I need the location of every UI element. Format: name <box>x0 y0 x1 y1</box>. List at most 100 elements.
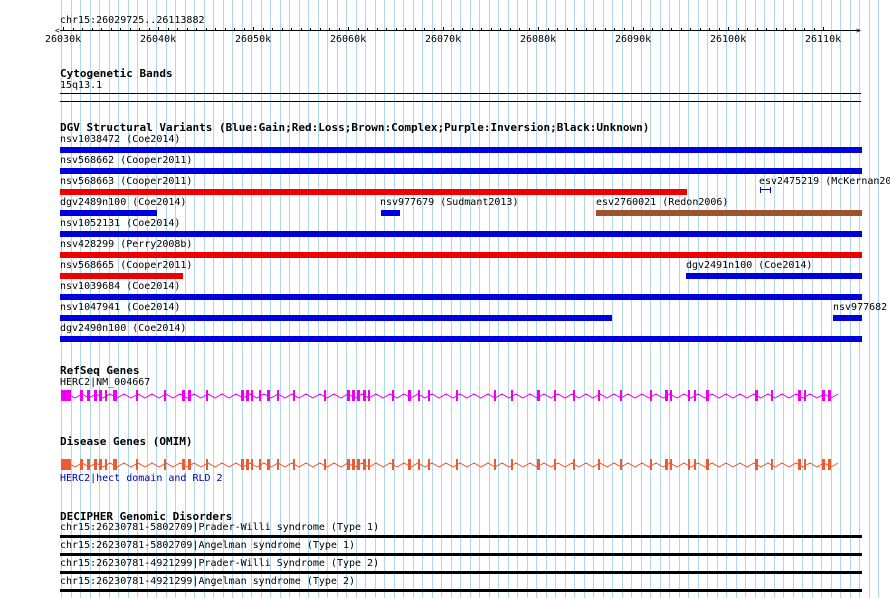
exon[interactable] <box>324 459 326 470</box>
exon[interactable] <box>554 390 556 401</box>
exon[interactable] <box>418 390 420 401</box>
exon[interactable] <box>828 459 831 470</box>
exon[interactable] <box>537 459 540 470</box>
exon[interactable] <box>347 459 350 470</box>
decipher-feature-bar[interactable] <box>60 589 862 592</box>
exon[interactable] <box>363 459 366 470</box>
exon[interactable] <box>94 459 97 470</box>
exon[interactable] <box>182 459 185 470</box>
exon[interactable] <box>392 459 394 470</box>
exon[interactable] <box>620 390 622 401</box>
exon[interactable] <box>408 390 411 401</box>
exon[interactable] <box>456 390 458 401</box>
exon[interactable] <box>828 390 831 401</box>
exon[interactable] <box>418 459 420 470</box>
exon[interactable] <box>241 390 244 401</box>
exon[interactable] <box>251 459 253 470</box>
exon[interactable] <box>804 390 806 401</box>
exon[interactable] <box>182 390 185 401</box>
exon[interactable] <box>259 390 261 401</box>
exon[interactable] <box>277 390 279 401</box>
exon[interactable] <box>251 390 253 401</box>
exon[interactable] <box>511 459 513 470</box>
exon[interactable] <box>798 390 801 401</box>
exon[interactable] <box>87 390 90 401</box>
exon[interactable] <box>347 390 350 401</box>
exon[interactable] <box>494 459 496 470</box>
decipher-feature-label[interactable]: chr15:26230781-5802709|Angelman syndrome… <box>60 540 355 552</box>
exon[interactable] <box>80 390 83 401</box>
exon[interactable] <box>670 459 672 470</box>
exon[interactable] <box>573 459 575 470</box>
exon[interactable] <box>206 459 208 470</box>
decipher-feature-label[interactable]: chr15:26230781-5802709|Prader-Willi synd… <box>60 522 379 534</box>
exon[interactable] <box>136 390 138 401</box>
decipher-feature-label[interactable]: chr15:26230781-4921299|Prader-Willi Synd… <box>60 558 379 570</box>
exon[interactable] <box>357 459 360 470</box>
exon[interactable] <box>428 390 430 401</box>
omim-gene-model[interactable] <box>60 459 839 470</box>
exon[interactable] <box>368 390 370 401</box>
exon[interactable] <box>113 459 117 470</box>
exon[interactable] <box>357 390 360 401</box>
exon[interactable] <box>537 390 540 401</box>
exon[interactable] <box>267 390 270 401</box>
exon[interactable] <box>688 459 690 470</box>
exon[interactable] <box>573 390 575 401</box>
decipher-feature-label[interactable]: chr15:26230781-4921299|Angelman syndrome… <box>60 576 355 588</box>
exon[interactable] <box>665 459 668 470</box>
exon[interactable] <box>598 459 600 470</box>
exon[interactable] <box>99 459 102 470</box>
omim-track-title[interactable]: Disease Genes (OMIM) <box>60 435 192 448</box>
exon[interactable] <box>822 459 825 470</box>
exon[interactable] <box>511 390 513 401</box>
exon[interactable] <box>755 459 758 470</box>
exon[interactable] <box>706 459 709 470</box>
exon[interactable] <box>136 459 138 470</box>
exon[interactable] <box>188 459 191 470</box>
exon[interactable] <box>804 459 806 470</box>
exon[interactable] <box>694 459 696 470</box>
exon[interactable] <box>368 459 370 470</box>
omim-gene-label[interactable]: HERC2|hect domain and RLD 2 <box>60 473 223 485</box>
exon[interactable] <box>105 390 107 401</box>
decipher-feature-bar[interactable] <box>60 571 862 574</box>
exon[interactable] <box>650 390 652 401</box>
exon[interactable] <box>670 390 672 401</box>
exon[interactable] <box>694 390 696 401</box>
exon[interactable] <box>392 390 394 401</box>
refseq-gene-model[interactable] <box>60 390 839 401</box>
exon[interactable] <box>352 390 355 401</box>
exon[interactable] <box>620 459 622 470</box>
exon[interactable] <box>363 390 366 401</box>
decipher-feature-bar[interactable] <box>60 535 862 538</box>
exon[interactable] <box>755 390 758 401</box>
exon[interactable] <box>706 390 709 401</box>
exon[interactable] <box>241 459 244 470</box>
exon[interactable] <box>61 390 71 401</box>
exon[interactable] <box>164 390 166 401</box>
exon[interactable] <box>94 390 97 401</box>
exon[interactable] <box>188 390 191 401</box>
exon[interactable] <box>822 390 825 401</box>
exon[interactable] <box>352 459 355 470</box>
exon[interactable] <box>105 459 107 470</box>
exon[interactable] <box>113 390 117 401</box>
exon[interactable] <box>494 390 496 401</box>
exon[interactable] <box>798 459 801 470</box>
decipher-feature-bar[interactable] <box>60 553 862 556</box>
exon[interactable] <box>99 390 102 401</box>
exon[interactable] <box>164 459 166 470</box>
exon[interactable] <box>598 390 600 401</box>
exon[interactable] <box>293 459 295 470</box>
exon[interactable] <box>61 459 71 470</box>
exon[interactable] <box>650 459 652 470</box>
exon[interactable] <box>80 459 83 470</box>
exon[interactable] <box>456 459 458 470</box>
exon[interactable] <box>688 390 690 401</box>
exon[interactable] <box>267 459 270 470</box>
exon[interactable] <box>554 459 556 470</box>
exon[interactable] <box>408 459 411 470</box>
exon[interactable] <box>428 459 430 470</box>
exon[interactable] <box>293 390 295 401</box>
